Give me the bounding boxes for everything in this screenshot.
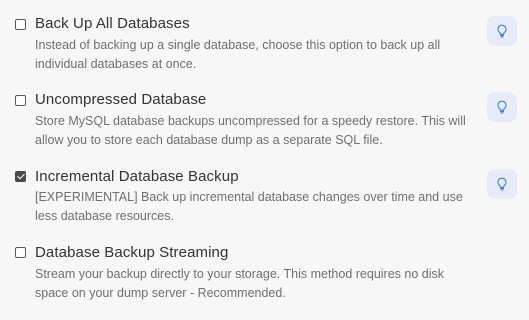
database-backup-streaming-checkbox[interactable]	[15, 247, 26, 258]
incremental-database-backup-checkbox[interactable]	[15, 171, 26, 182]
incremental-database-backup-title[interactable]: Incremental Database Backup	[35, 168, 239, 185]
back-up-all-databases-tip-button[interactable]	[487, 16, 517, 46]
uncompressed-database-title[interactable]: Uncompressed Database	[35, 91, 206, 108]
incremental-database-backup-tip-button[interactable]	[487, 169, 517, 199]
lightbulb-icon	[497, 100, 507, 114]
uncompressed-database-tip-button[interactable]	[487, 92, 517, 122]
back-up-all-databases-description: Instead of backing up a single database,…	[35, 38, 441, 71]
back-up-all-databases-title[interactable]: Back Up All Databases	[35, 15, 190, 32]
database-backup-streaming-description: Stream your backup directly to your stor…	[35, 267, 444, 300]
incremental-database-backup-description: [EXPERIMENTAL] Back up incremental datab…	[35, 190, 463, 223]
back-up-all-databases-checkbox[interactable]	[15, 19, 26, 30]
uncompressed-database-checkbox[interactable]	[15, 95, 26, 106]
lightbulb-icon	[497, 24, 507, 38]
database-backup-streaming-title[interactable]: Database Backup Streaming	[35, 244, 228, 261]
lightbulb-icon	[497, 177, 507, 191]
uncompressed-database-description: Store MySQL database backups uncompresse…	[35, 114, 466, 147]
